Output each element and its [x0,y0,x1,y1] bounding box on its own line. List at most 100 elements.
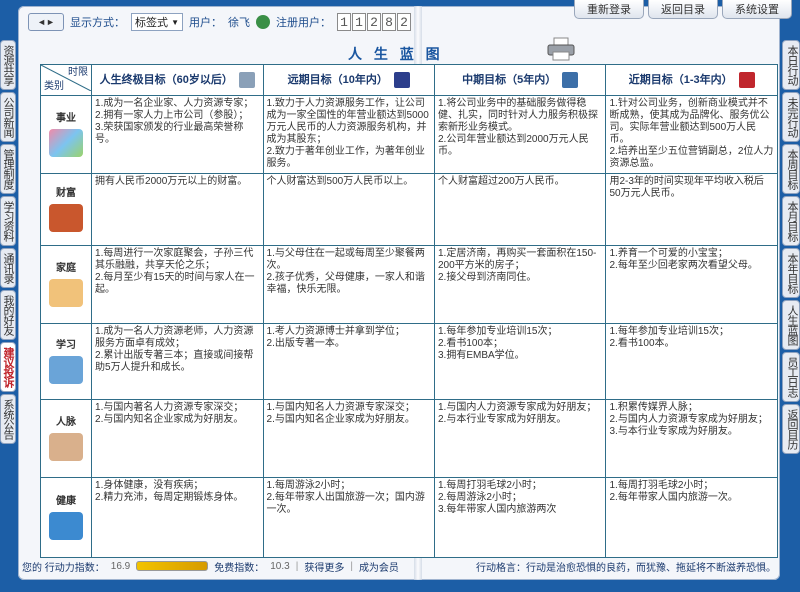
goal-cell[interactable]: 1.每年参加专业培训15次； 2.看书100本； 3.拥有EMBA学位。 [433,323,607,400]
column-header-label: 中期目标（5年内） [462,73,557,86]
table-row: 事业 1.成为一名企业家、人力资源专家； 2.拥有一家人力上市公司（参股）； 3.… [39,95,778,174]
goal-cell[interactable]: 1.养育一个可爱的小宝宝； 2.每年至少回老家两次看望父母。 [605,245,778,324]
row-category-label: 财富 [56,187,77,199]
right-tab[interactable]: 本月目标 [782,196,800,246]
right-tab[interactable]: 人生蓝图 [782,300,800,350]
goal-cell[interactable]: 1.每周进行一次家庭聚会，子孙三代其乐融融，共享天伦之乐； 2.每月至少有15天… [91,245,264,324]
notebook-panel: ◄► 显示方式： 标签式 ▼ 用户： 徐飞 注册用户： 1 1 2 8 2 人 … [18,6,780,580]
row-header-cell: 学习 [39,323,93,400]
left-tab[interactable]: 系统公告 [0,394,16,444]
table-row: 健康 1.身体健康，没有疾病； 2.精力充沛，每周定期锻炼身体。 1.每周游泳2小时… [39,477,778,558]
goal-cell[interactable]: 1.与国内知名人力资源专家深交； 2.与国内知名企业家成为好朋友。 [262,399,436,478]
motto-text: 行动是治愈恐惧的良药，而犹豫、拖延将不断滋养恐惧。 [526,562,776,574]
goal-cell[interactable]: 1.成为一名人力资源老师，人力资源服务方面卓有成效； 2.累计出版专著三本；直接… [91,323,264,400]
relogin-button[interactable]: 重新登录 [574,0,644,19]
goal-cell[interactable]: 拥有人民币2000万元以上的财富。 [91,173,264,246]
goal-cell[interactable]: 1.定居济南，再购买一套面积在150-200平方米的房子； 2.接父母到济南同住… [433,245,607,324]
right-tab[interactable]: 本周目标 [782,144,800,194]
businessman-icon [562,72,579,88]
table-corner-cell: 时限 类别 [39,64,93,96]
right-tab[interactable]: 本年目标 [782,248,800,298]
left-tab[interactable]: 学习资料 [0,196,16,246]
left-tab[interactable]: 公司新闻 [0,92,16,142]
table-row: 家庭 1.每周进行一次家庭聚会，子孙三代其乐融融，共享天伦之乐； 2.每月至少有1… [39,245,778,324]
goal-cell[interactable]: 1.身体健康，没有疾病； 2.精力充沛，每周定期锻炼身体。 [91,477,264,558]
right-tab[interactable]: 返回目历 [782,404,800,454]
become-member-link[interactable]: 成为会员 [359,559,399,574]
family-icon [49,278,84,307]
left-tab[interactable]: 建议投诉 [0,342,16,392]
column-header: 远期目标（10年内） [262,64,436,96]
free-index-value: 10.3 [270,560,290,572]
column-header: 中期目标（5年内） [433,64,607,96]
top-toolbar: ◄► 显示方式： 标签式 ▼ 用户： 徐飞 注册用户： 1 1 2 8 2 [28,12,411,32]
page-nav-button[interactable]: ◄► [28,13,64,31]
goal-cell[interactable]: 1.致力于人力资源服务工作，让公司成为一家全国性的年营业额达到5000万元人民币… [262,95,436,174]
right-tab[interactable]: 未完行动 [782,92,800,142]
goal-cell[interactable]: 1.与国内著名人力资源专家深交； 2.与国内知名企业家成为好朋友。 [91,399,264,478]
books-icon [49,355,84,384]
life-blueprint-table: 时限 类别 人生终极目标（60岁以后） 远期目标（10年内） 中期目标（5年内）… [39,64,778,558]
right-tab[interactable]: 员工日志 [782,352,800,402]
table-row: 学习 1.成为一名人力资源老师，人力资源服务方面卓有成效； 2.累计出版专著三本；… [39,323,778,400]
table-row: 人脉 1.与国内著名人力资源专家深交； 2.与国内知名企业家成为好朋友。 1.与国内… [39,399,778,478]
left-tab[interactable]: 管理制度 [0,144,16,194]
left-tab[interactable]: 通讯录 [0,248,16,288]
growth-arrow-icon [738,72,755,88]
left-tab[interactable]: 我的好友 [0,290,16,340]
row-header-cell: 财富 [39,173,93,246]
get-more-link[interactable]: 获得更多 [304,559,344,574]
action-index-bar [136,561,209,571]
goal-cell[interactable]: 1.将公司业务中的基础服务做得稳健、扎实，同时针对人力服务积极探索新形业务模式。… [433,95,607,174]
goal-cell[interactable]: 1.成为一名企业家、人力资源专家； 2.拥有一家人力上市公司（参股）； 3.荣获… [91,95,264,174]
user-avatar-icon [256,15,270,29]
back-to-index-button[interactable]: 返回目录 [648,0,718,19]
row-category-label: 家庭 [56,262,77,274]
page-title: 人 生 蓝 图 [348,46,444,62]
goal-cell[interactable]: 个人财富超过200万人民币。 [433,173,607,246]
user-name: 徐飞 [228,17,250,29]
right-tab[interactable]: 本日行动 [782,40,800,90]
status-bar: 您的 行动力指数： 16.9 免费指数： 10.3 | 获得更多 | 成为会员 … [22,559,776,574]
column-header: 人生终极目标（60岁以后） [91,64,264,96]
goal-cell[interactable]: 个人财富达到500万人民币以上。 [262,173,436,246]
row-category-label: 人脉 [56,416,77,428]
corner-category-label: 类别 [44,81,64,92]
display-mode-value: 标签式 [135,17,168,29]
action-motto: 行动格言：行动是治愈恐惧的良药，而犹豫、拖延将不断滋养恐惧。 [476,559,776,574]
display-mode-select[interactable]: 标签式 ▼ [131,13,183,31]
row-category-label: 事业 [56,112,77,124]
system-settings-button[interactable]: 系统设置 [722,0,792,19]
action-index-label: 您的 行动力指数： [22,562,105,574]
right-tab-column: 本日行动未完行动本周目标本月目标本年目标人生蓝图员工日志返回目历 [782,40,800,456]
printer-icon[interactable] [546,36,576,62]
goal-cell[interactable]: 1.针对公司业务，创新商业模式并不断成熟，使其成为品牌化、服务优公司。实际年营业… [605,95,778,174]
row-header-cell: 人脉 [39,399,93,478]
left-tab[interactable]: 资源共享 [0,40,16,90]
handshake-icon [49,432,84,461]
cyclist-icon [49,511,84,540]
goal-cell[interactable]: 1.考人力资源博士并拿到学位； 2.出版专著一本。 [262,323,436,400]
goal-cell[interactable]: 1.每周打羽毛球2小时； 2.每年带家人国内旅游一次。 [605,477,778,558]
row-category-label: 学习 [56,339,77,351]
motto-label: 行动格言： [476,562,526,574]
goal-cell[interactable]: 1.与父母住在一起或每周至少聚餐两次。 2.孩子优秀，父母健康，一家人和谐幸福，… [262,245,436,324]
counter-digit: 1 [352,13,366,31]
registered-users-counter: 1 1 2 8 2 [337,13,411,31]
column-header-label: 人生终极目标（60岁以后） [99,73,233,86]
goal-cell[interactable]: 用2-3年的时间实现年平均收入税后50万元人民币。 [605,173,778,246]
goal-cell[interactable]: 1.与国内人力资源专家成为好朋友； 2.与本行业专家成为好朋友。 [433,399,607,478]
goal-cell[interactable]: 1.每周游泳2小时； 2.每年带家人出国旅游一次；国内游一次。 [262,477,436,558]
goal-cell[interactable]: 1.每周打羽毛球2小时； 2.每周游泳2小时； 3.每年带家人国内旅游两次 [433,477,607,558]
pie-chart-icon [49,128,84,157]
goal-cell[interactable]: 1.积累传媒界人脉； 2.与国内人力资源专家成为好朋友； 3.与本行业专家成为好… [605,399,778,478]
chevron-down-icon: ▼ [171,17,179,27]
table-row: 财富 拥有人民币2000万元以上的财富。 个人财富达到500万人民币以上。 个人财富超… [39,173,778,246]
row-header-cell: 健康 [39,477,93,558]
goal-cell[interactable]: 1.每年参加专业培训15次； 2.看书100本。 [605,323,778,400]
left-tab-column: 资源共享公司新闻管理制度学习资料通讯录我的好友建议投诉系统公告 [0,40,16,446]
top-right-buttons: 重新登录 返回目录 系统设置 [574,0,792,19]
counter-digit: 1 [337,13,351,31]
laptop-icon [393,72,410,88]
counter-digit: 2 [397,13,411,31]
